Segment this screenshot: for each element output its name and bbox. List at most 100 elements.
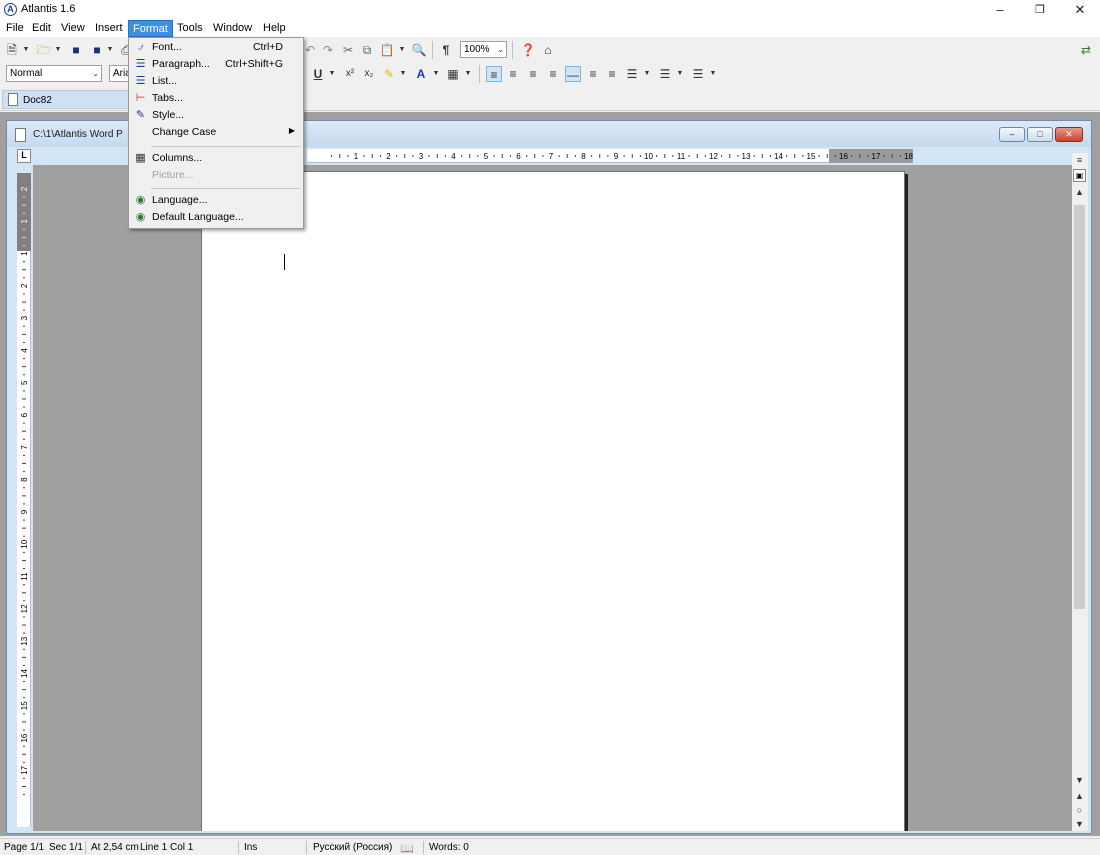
single-spacing-icon[interactable]: —: [565, 66, 581, 82]
style-icon: ✎: [135, 109, 146, 121]
numbered-list-icon[interactable]: ☰: [657, 66, 673, 82]
vertical-ruler[interactable]: 2 1 1 2 3 4 5 6 7 8 9 10 11 12 13 14 15 16 17: [17, 173, 31, 827]
ruler-tick-label: 13: [20, 636, 29, 645]
underline-dropdown-icon[interactable]: ▼: [328, 66, 336, 82]
align-right-icon[interactable]: ≡: [525, 66, 541, 82]
align-left-icon[interactable]: ≡: [486, 66, 502, 82]
vertical-scrollbar[interactable]: ≡ ▣ ▲ ▼ ▲ ○ ▼: [1072, 153, 1088, 831]
menu-window[interactable]: Window: [209, 20, 256, 37]
atlantis-app-icon[interactable]: A: [4, 3, 17, 16]
page-view-icon[interactable]: ▣: [1073, 169, 1086, 182]
bullet-dropdown-icon[interactable]: ▼: [643, 66, 651, 82]
menu-item-list[interactable]: ☰ List...: [130, 73, 302, 90]
double-spacing-icon[interactable]: ≡: [604, 66, 620, 82]
undo-icon[interactable]: ↶: [302, 42, 318, 58]
menu-insert[interactable]: Insert: [91, 20, 127, 37]
justify-icon[interactable]: ≡: [545, 66, 561, 82]
help-icon[interactable]: ❓: [520, 42, 536, 58]
status-insert-mode[interactable]: Ins: [244, 842, 257, 853]
menu-edit[interactable]: Edit: [28, 20, 55, 37]
save-as-icon[interactable]: ■: [89, 42, 105, 58]
ruler-tick: [22, 495, 26, 497]
menu-item-style[interactable]: ✎ Style...: [130, 107, 302, 124]
multilevel-dropdown-icon[interactable]: ▼: [709, 66, 717, 82]
menu-view[interactable]: View: [57, 20, 89, 37]
scrollbar-thumb[interactable]: [1074, 205, 1085, 609]
document-tab-label: Doc82: [23, 95, 52, 106]
menu-format[interactable]: Format: [128, 20, 173, 37]
ruler-tick: [428, 155, 430, 157]
menu-help[interactable]: Help: [259, 20, 290, 37]
menu-item-picture[interactable]: Picture...: [130, 167, 302, 184]
borders-icon[interactable]: ▦: [445, 66, 461, 82]
close-button[interactable]: ✕: [1062, 0, 1098, 20]
ruler-tick-label: 9: [20, 509, 29, 514]
ruler-tick-label: 2: [20, 283, 29, 288]
status-language[interactable]: Русский (Россия): [313, 842, 392, 853]
ruler-tick: [23, 519, 25, 521]
switch-toolbar-icon[interactable]: ⇄: [1078, 42, 1094, 58]
scroll-up-icon[interactable]: ▲: [1073, 185, 1086, 199]
doc-maximize-button[interactable]: □: [1027, 127, 1053, 142]
style-select[interactable]: Normal ⌄: [6, 65, 102, 82]
font-color-dropdown-icon[interactable]: ▼: [432, 66, 440, 82]
format-menu: ⍻ Font... Ctrl+D ☰ Paragraph... Ctrl+Shi…: [128, 37, 304, 229]
font-color-icon[interactable]: A: [413, 66, 429, 82]
open-dropdown-icon[interactable]: ▼: [54, 42, 62, 58]
save-icon[interactable]: ■: [68, 42, 84, 58]
new-dropdown-icon[interactable]: ▼: [22, 42, 30, 58]
document-page[interactable]: [201, 171, 905, 831]
redo-icon[interactable]: ↷: [320, 42, 336, 58]
paste-icon[interactable]: 📋: [379, 42, 395, 58]
align-center-icon[interactable]: ≡: [505, 66, 521, 82]
horizontal-ruler[interactable]: 12345678910111213141516171819: [307, 149, 913, 163]
ruler-tick-label: 17: [872, 152, 881, 161]
underline-icon[interactable]: U: [310, 66, 326, 82]
pilcrow-icon[interactable]: ¶: [438, 42, 454, 58]
next-page-icon[interactable]: ▼: [1073, 817, 1086, 831]
cut-icon[interactable]: ✂: [340, 42, 356, 58]
multilevel-list-icon[interactable]: ☰: [690, 66, 706, 82]
browse-object-icon[interactable]: ○: [1073, 803, 1086, 817]
menu-file[interactable]: File: [2, 20, 28, 37]
paragraph-icon: ☰: [135, 58, 146, 70]
find-icon[interactable]: 🔍: [411, 42, 427, 58]
view-mode-icon[interactable]: ≡: [1073, 153, 1086, 167]
borders-dropdown-icon[interactable]: ▼: [464, 66, 472, 82]
numbered-dropdown-icon[interactable]: ▼: [676, 66, 684, 82]
menu-item-change-case[interactable]: Change Case ▶: [130, 124, 302, 141]
highlight-icon[interactable]: ✎: [381, 66, 397, 82]
bullet-list-icon[interactable]: ☰: [624, 66, 640, 82]
ruler-tick: [23, 761, 25, 763]
one-half-spacing-icon[interactable]: ≡: [585, 66, 601, 82]
doc-minimize-button[interactable]: –: [999, 127, 1025, 142]
tab-type-selector[interactable]: L: [17, 149, 31, 163]
zoom-select[interactable]: 100% ⌄: [460, 41, 507, 58]
previous-page-icon[interactable]: ▲: [1073, 789, 1086, 803]
superscript-icon[interactable]: x²: [342, 66, 358, 82]
book-icon[interactable]: 📖: [400, 842, 414, 855]
restore-button[interactable]: ❐: [1022, 0, 1058, 20]
new-document-icon[interactable]: 🗎: [4, 42, 20, 58]
ruler-tick: [769, 155, 771, 157]
menu-item-default-language[interactable]: ◉ Default Language...: [130, 209, 302, 226]
scroll-down-icon[interactable]: ▼: [1073, 773, 1086, 787]
subscript-icon[interactable]: x₂: [361, 66, 377, 82]
minimize-button[interactable]: –: [982, 0, 1018, 20]
menu-item-paragraph[interactable]: ☰ Paragraph... Ctrl+Shift+G: [130, 56, 302, 73]
ruler-tick: [599, 154, 601, 158]
open-folder-icon[interactable]: 🗁: [36, 42, 52, 58]
copy-icon[interactable]: ⧉: [359, 42, 375, 58]
doc-close-button[interactable]: ✕: [1055, 127, 1083, 142]
save-dropdown-icon[interactable]: ▼: [106, 42, 114, 58]
highlight-dropdown-icon[interactable]: ▼: [399, 66, 407, 82]
ruler-tick: [23, 454, 25, 456]
menu-item-tabs[interactable]: ⊢ Tabs...: [130, 90, 302, 107]
menu-tools[interactable]: Tools: [173, 20, 207, 37]
menu-item-language[interactable]: ◉ Language...: [130, 192, 302, 209]
home-icon[interactable]: ⌂: [540, 42, 556, 58]
paste-dropdown-icon[interactable]: ▼: [398, 42, 406, 58]
menu-item-font[interactable]: ⍻ Font... Ctrl+D: [130, 39, 302, 56]
ruler-tick: [404, 154, 406, 158]
menu-item-columns[interactable]: ▦ Columns...: [130, 150, 302, 167]
